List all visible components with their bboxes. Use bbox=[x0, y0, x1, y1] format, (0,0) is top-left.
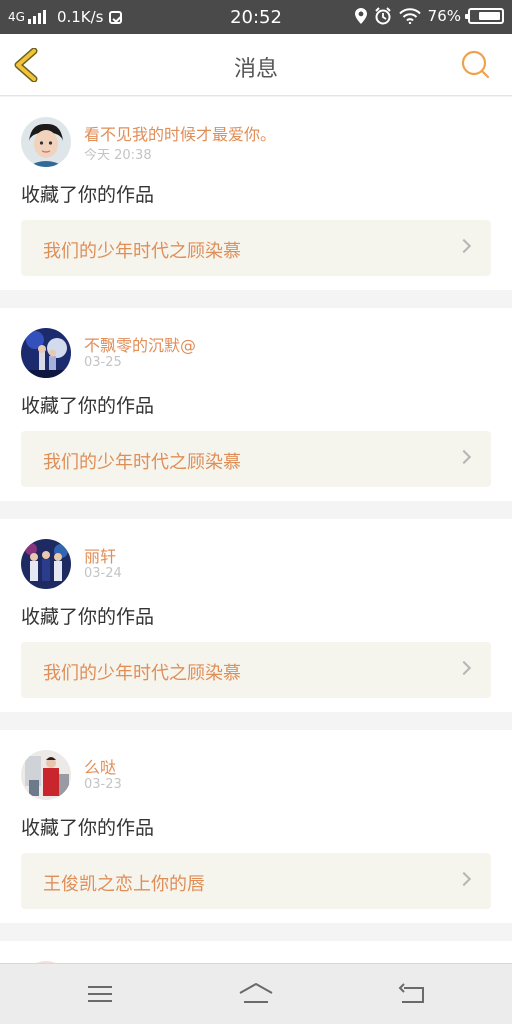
message-header: 不飘零的沉默@ 03-25 bbox=[21, 328, 491, 378]
message-header: 丽轩 03-24 bbox=[21, 539, 491, 589]
wifi-icon bbox=[398, 8, 421, 24]
message-action: 收藏了你的作品 bbox=[21, 184, 155, 206]
work-link[interactable]: 我们的少年时代之顾染慕 bbox=[21, 431, 491, 487]
search-icon bbox=[461, 50, 490, 79]
avatar[interactable] bbox=[21, 750, 71, 800]
battery-icon bbox=[465, 8, 504, 24]
work-title: 我们的少年时代之顾染慕 bbox=[43, 241, 241, 262]
message-time: 今天 20:38 bbox=[84, 148, 152, 163]
chevron-right-icon bbox=[456, 660, 472, 676]
work-title: 我们的少年时代之顾染慕 bbox=[43, 452, 241, 473]
message-action: 收藏了你的作品 bbox=[21, 395, 155, 417]
message-card bbox=[0, 941, 512, 963]
back-icon bbox=[398, 983, 424, 1003]
home-button[interactable] bbox=[236, 978, 276, 1010]
message-card: 看不见我的时候才最爱你。 今天 20:38 收藏了你的作品 我们的少年时代之顾染… bbox=[0, 97, 512, 290]
message-header: 么哒 03-23 bbox=[21, 750, 491, 800]
message-card: 不飘零的沉默@ 03-25 收藏了你的作品 我们的少年时代之顾染慕 bbox=[0, 308, 512, 501]
back-nav-button[interactable] bbox=[392, 978, 432, 1010]
chevron-right-icon bbox=[456, 871, 472, 887]
message-card: 么哒 03-23 收藏了你的作品 王俊凯之恋上你的唇 bbox=[0, 730, 512, 923]
work-title: 王俊凯之恋上你的唇 bbox=[43, 874, 205, 895]
username[interactable]: 不飘零的沉默@ bbox=[84, 332, 196, 356]
location-icon bbox=[354, 8, 367, 24]
chevron-right-icon bbox=[456, 449, 472, 465]
message-header: 看不见我的时候才最爱你。 今天 20:38 bbox=[21, 117, 491, 167]
avatar[interactable] bbox=[21, 117, 71, 167]
username[interactable]: 丽轩 bbox=[84, 543, 116, 567]
menu-button[interactable] bbox=[80, 978, 120, 1010]
page-title: 消息 bbox=[233, 57, 278, 82]
work-link[interactable]: 我们的少年时代之顾染慕 bbox=[21, 642, 491, 698]
back-button[interactable] bbox=[12, 47, 42, 83]
username[interactable]: 看不见我的时候才最爱你。 bbox=[84, 121, 276, 145]
menu-icon bbox=[88, 986, 112, 1002]
alarm-icon bbox=[374, 7, 391, 25]
search-button[interactable] bbox=[460, 49, 492, 81]
chevron-right-icon bbox=[456, 238, 472, 254]
message-action: 收藏了你的作品 bbox=[21, 817, 155, 839]
avatar[interactable] bbox=[21, 328, 71, 378]
message-action: 收藏了你的作品 bbox=[21, 606, 155, 628]
message-time: 03-25 bbox=[84, 355, 122, 370]
status-right: 76% bbox=[348, 7, 504, 25]
chevron-left-icon bbox=[14, 47, 38, 83]
app-header: 消息 bbox=[0, 34, 512, 96]
message-time: 03-23 bbox=[84, 777, 122, 792]
status-bar: 4G 0.1K/s 20:52 76% bbox=[0, 0, 512, 34]
username[interactable]: 么哒 bbox=[84, 754, 116, 778]
home-icon bbox=[239, 983, 273, 1003]
system-nav-bar bbox=[0, 963, 512, 1024]
message-card: 丽轩 03-24 收藏了你的作品 我们的少年时代之顾染慕 bbox=[0, 519, 512, 712]
message-list[interactable]: 看不见我的时候才最爱你。 今天 20:38 收藏了你的作品 我们的少年时代之顾染… bbox=[0, 97, 512, 963]
battery-level bbox=[478, 12, 500, 20]
avatar[interactable] bbox=[21, 539, 71, 589]
work-title: 我们的少年时代之顾染慕 bbox=[43, 663, 241, 684]
work-link[interactable]: 我们的少年时代之顾染慕 bbox=[21, 220, 491, 276]
battery-percent: 76% bbox=[427, 7, 461, 25]
work-link[interactable]: 王俊凯之恋上你的唇 bbox=[21, 853, 491, 909]
message-time: 03-24 bbox=[84, 566, 122, 581]
